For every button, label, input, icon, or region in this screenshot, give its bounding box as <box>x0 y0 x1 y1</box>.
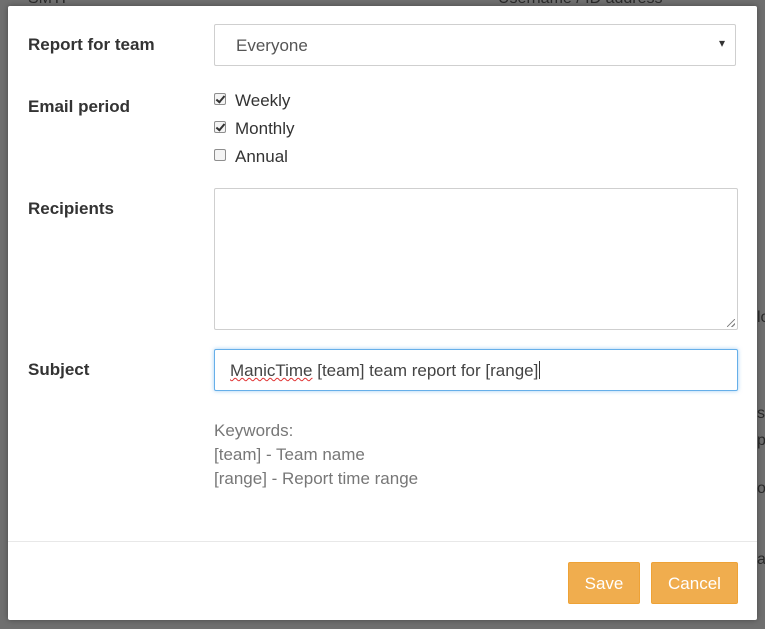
team-select[interactable]: Everyone ▾ <box>214 24 736 66</box>
footer-divider <box>8 541 757 542</box>
report-settings-dialog: Report for team Everyone ▾ Email period … <box>8 6 757 620</box>
backdrop-text-fragment: a <box>757 551 765 568</box>
team-select-value: Everyone <box>236 36 308 55</box>
subject-input-value: ManicTime [team] team report for [range] <box>230 361 541 381</box>
email-period-label: Email period <box>28 97 131 116</box>
checkbox-annual[interactable] <box>214 149 226 161</box>
save-button[interactable]: Save <box>568 562 640 604</box>
subject-label: Subject <box>28 360 90 379</box>
recipients-textarea[interactable] <box>214 188 738 330</box>
resize-grip-icon[interactable] <box>727 319 735 327</box>
checkbox-monthly-label[interactable]: Monthly <box>235 119 295 139</box>
text-cursor <box>539 361 541 379</box>
subject-input[interactable]: ManicTime [team] team report for [range] <box>214 349 738 391</box>
checkbox-annual-label[interactable]: Annual <box>235 147 288 167</box>
keyword-team: [team] - Team name <box>214 445 365 464</box>
report-for-team-label: Report for team <box>28 35 155 54</box>
checkbox-weekly-label[interactable]: Weekly <box>235 91 290 111</box>
cancel-button[interactable]: Cancel <box>651 562 738 604</box>
keywords-title: Keywords: <box>214 421 294 440</box>
keyword-range: [range] - Report time range <box>214 469 419 488</box>
subject-word-misspelled: ManicTime <box>230 361 313 380</box>
keywords-help: Keywords: [team] - Team name [range] - R… <box>214 419 418 491</box>
backdrop-text-fragment: s <box>757 405 765 422</box>
backdrop-text-fragment: lo <box>757 309 765 326</box>
checkbox-weekly[interactable] <box>214 93 226 105</box>
backdrop-text-fragment: p <box>757 432 765 449</box>
subject-word-rest: [team] team report for [range] <box>312 361 539 380</box>
backdrop-text-fragment: o <box>757 480 765 497</box>
chevron-down-icon: ▾ <box>718 36 725 50</box>
checkbox-monthly[interactable] <box>214 121 226 133</box>
recipients-label: Recipients <box>28 199 114 218</box>
